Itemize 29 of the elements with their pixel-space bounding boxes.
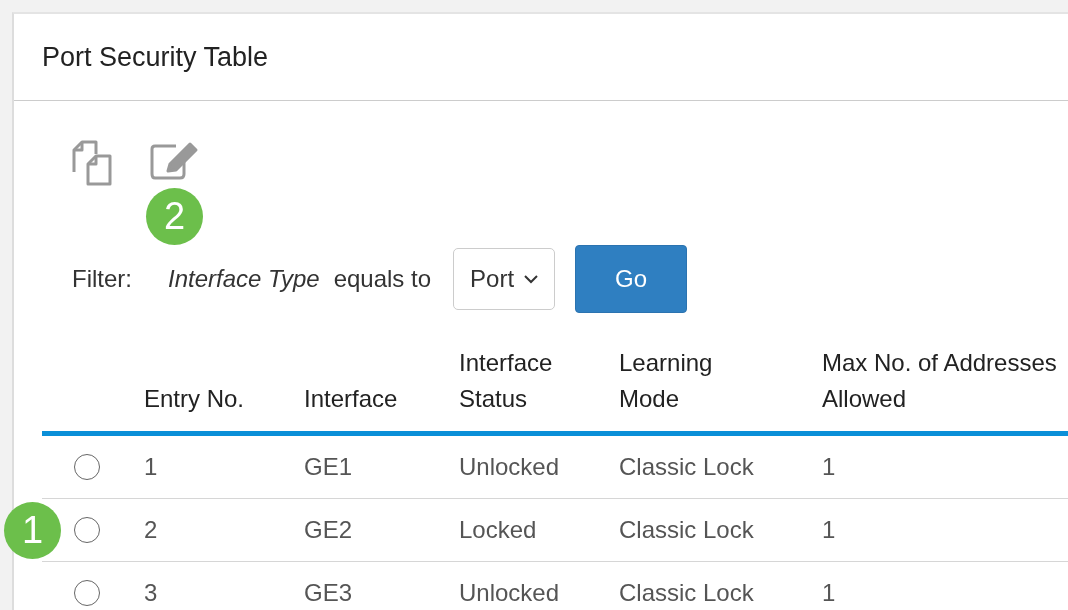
table-cell: Classic Lock <box>619 579 754 606</box>
filter-label: Filter: <box>72 265 132 293</box>
step-badge: 1 <box>4 502 61 559</box>
table-cell: Locked <box>459 516 537 543</box>
column-header: Interface Status <box>459 348 554 414</box>
table-cell: 1 <box>144 453 158 480</box>
column-header: Interface <box>304 384 398 414</box>
table-cell: 1 <box>822 453 836 480</box>
table-cell: GE1 <box>304 453 353 480</box>
chevron-icon <box>524 274 539 284</box>
column-header: Learning Mode <box>619 348 714 414</box>
table-cell: Classic Lock <box>619 453 754 480</box>
table-cell: 1 <box>822 579 836 606</box>
go-button[interactable]: Go <box>575 245 688 313</box>
table-cell: Unlocked <box>459 453 560 480</box>
type-select[interactable]: Port <box>453 248 556 310</box>
table-cell: GE3 <box>304 579 353 606</box>
table-cell: 1 <box>822 516 836 543</box>
panel-title: Port Security Table <box>42 42 269 73</box>
table-cell: 3 <box>144 579 158 606</box>
table-cell: GE2 <box>304 516 353 543</box>
step-badge: 2 <box>146 188 203 245</box>
table-cell: 2 <box>144 516 158 543</box>
column-header: Max No. of Addresses Allowed <box>822 348 1058 414</box>
filter-operator: equals to <box>333 265 432 293</box>
table-cell: Unlocked <box>459 579 560 606</box>
filter-field: Interface Type <box>168 265 320 293</box>
column-header: Entry No. <box>144 384 245 414</box>
table-cell: Classic Lock <box>619 516 754 543</box>
